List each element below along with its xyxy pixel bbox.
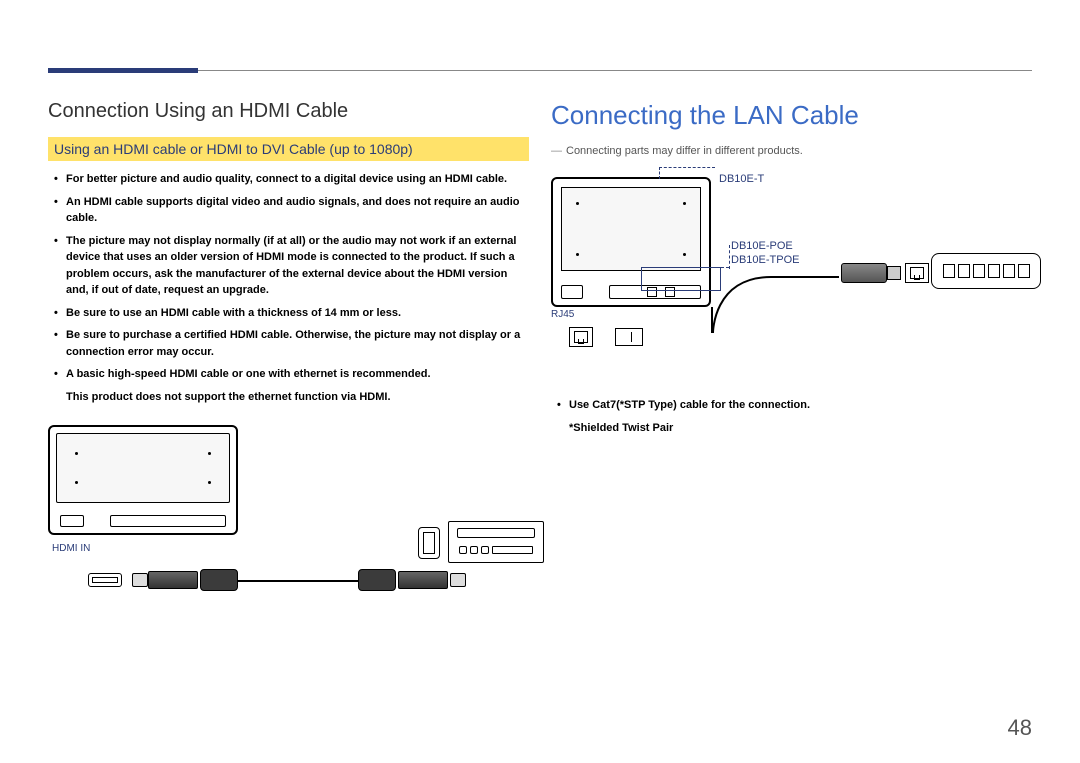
lan-heading: Connecting the LAN Cable: [551, 100, 1032, 131]
lan-port-callout-box: [641, 267, 721, 291]
hdmi-port-external-icon: [418, 527, 440, 559]
display-device-icon: [48, 425, 238, 535]
hdmi-in-label: HDMI IN: [52, 543, 90, 554]
page-number: 48: [1008, 715, 1032, 741]
hdmi-bullet: Be sure to use an HDMI cable with a thic…: [66, 305, 529, 322]
rj45-plug-icon: [615, 328, 643, 346]
left-column: Connection Using an HDMI Cable Using an …: [48, 100, 529, 625]
hdmi-bullet-list: For better picture and audio quality, co…: [48, 171, 529, 383]
model-label-db10e-tpoe: DB10E-TPOE: [731, 254, 799, 266]
hdmi-port-icon: [88, 573, 122, 587]
hdmi-cable-plug-right-icon: [358, 563, 458, 597]
media-player-icon: [448, 521, 544, 563]
hdmi-subline: This product does not support the ethern…: [48, 389, 529, 406]
hdmi-bullet: The picture may not display normally (if…: [66, 233, 529, 299]
rj45-label: RJ45: [551, 309, 574, 320]
lan-bullet-list: Use Cat7(*STP Type) cable for the connec…: [551, 397, 1032, 414]
top-accent-bar: [48, 68, 198, 73]
hdmi-bullet: A basic high-speed HDMI cable or one wit…: [66, 366, 529, 383]
lan-diagram: DB10E-T DB10E-POE DB10E-TPOE RJ45: [551, 167, 1032, 397]
hdmi-diagram: HDMI IN: [48, 425, 529, 625]
model-label-db10e-t: DB10E-T: [719, 173, 764, 185]
lan-subline: *Shielded Twist Pair: [551, 420, 1032, 437]
rj45-port-icon: [569, 327, 593, 347]
hdmi-heading: Connection Using an HDMI Cable: [48, 100, 529, 123]
lan-footnote: Connecting parts may differ in different…: [551, 145, 1032, 157]
hdmi-bullet: An HDMI cable supports digital video and…: [66, 194, 529, 227]
hdmi-bullet: For better picture and audio quality, co…: [66, 171, 529, 188]
hdmi-bullet: Be sure to purchase a certified HDMI cab…: [66, 327, 529, 360]
lan-bullet: Use Cat7(*STP Type) cable for the connec…: [569, 397, 1032, 414]
hdmi-cable-plug-left-icon: [148, 563, 238, 597]
right-column: Connecting the LAN Cable Connecting part…: [551, 100, 1032, 625]
model-label-db10e-poe: DB10E-POE: [731, 240, 793, 252]
lan-cable-curve-icon: [711, 275, 971, 335]
hdmi-subheading-highlight: Using an HDMI cable or HDMI to DVI Cable…: [48, 137, 529, 161]
model-label-poe: DB10E-POE DB10E-TPOE: [731, 239, 799, 268]
